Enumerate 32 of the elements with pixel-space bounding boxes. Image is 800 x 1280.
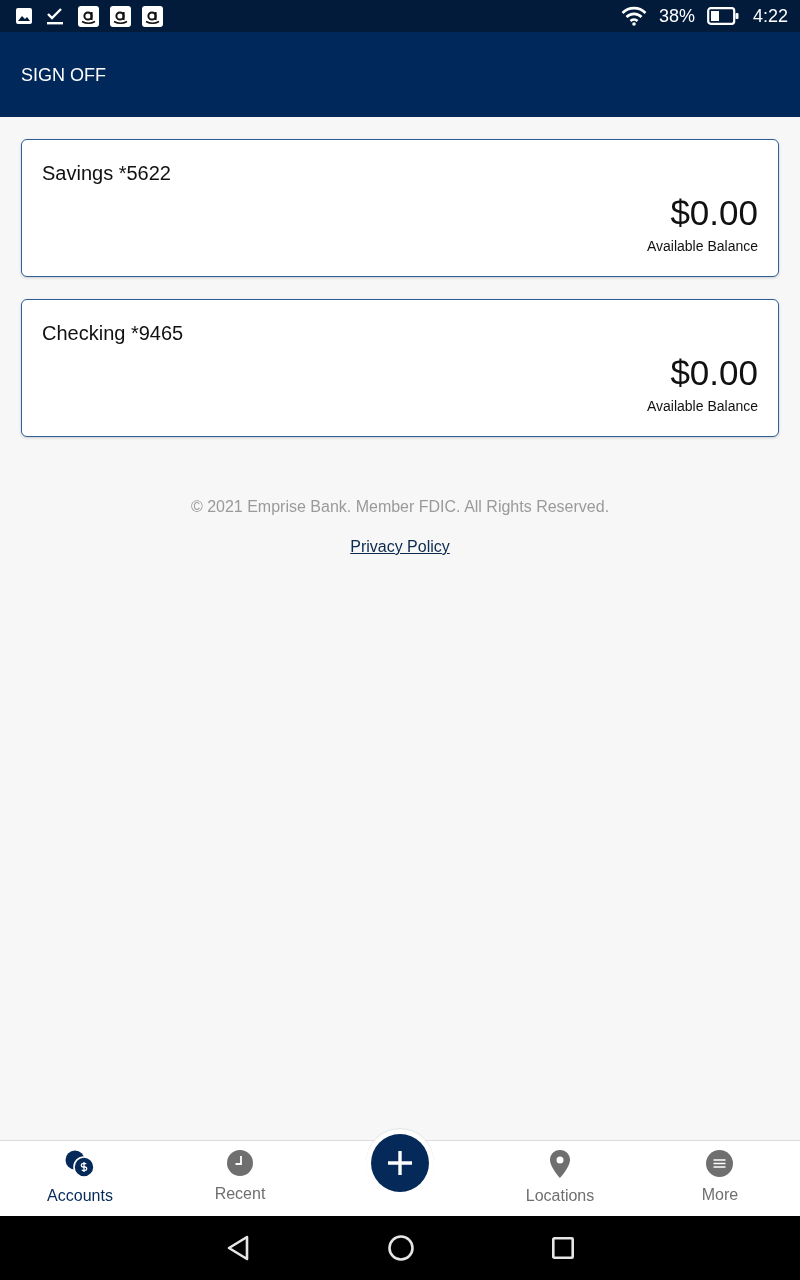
back-button[interactable] <box>226 1235 250 1261</box>
balance-amount: $0.00 <box>670 353 758 393</box>
privacy-policy-link[interactable]: Privacy Policy <box>350 537 450 557</box>
account-card[interactable]: Checking *9465 $0.00 Available Balance <box>21 299 779 437</box>
coins-icon <box>65 1150 95 1178</box>
balance-amount: $0.00 <box>670 193 758 233</box>
account-card[interactable]: Savings *5622 $0.00 Available Balance <box>21 139 779 277</box>
battery-percentage: 38% <box>658 5 695 27</box>
app-tile-icon <box>78 5 99 27</box>
copyright-text: © 2021 Emprise Bank. Member FDIC. All Rights Reserved. <box>190 497 610 517</box>
plus-icon <box>388 1151 412 1175</box>
nav-tab[interactable]: Locations <box>519 1141 601 1206</box>
nav-tab[interactable]: Recent <box>208 1141 272 1204</box>
home-button[interactable] <box>388 1235 414 1261</box>
check-icon <box>46 7 64 25</box>
account-name: Checking *9465 <box>42 321 184 345</box>
clock-icon <box>227 1150 253 1176</box>
balance-label: Available Balance <box>646 397 758 415</box>
nav-tab[interactable]: Accounts <box>41 1141 119 1206</box>
clock-time: 4:22 <box>752 5 788 27</box>
image-icon <box>16 8 32 24</box>
sign-off-button[interactable]: SIGN OFF <box>21 63 106 86</box>
app-tile-icon <box>142 5 163 27</box>
recent-apps-button[interactable] <box>552 1237 574 1259</box>
account-name: Savings *5622 <box>42 161 171 185</box>
wifi-icon <box>620 6 647 26</box>
battery-icon <box>706 7 739 25</box>
menu-icon <box>706 1150 734 1177</box>
map-pin-icon <box>549 1150 571 1178</box>
app-tile-icon <box>110 5 131 27</box>
nav-tab[interactable]: More <box>695 1141 745 1205</box>
balance-label: Available Balance <box>646 237 758 255</box>
